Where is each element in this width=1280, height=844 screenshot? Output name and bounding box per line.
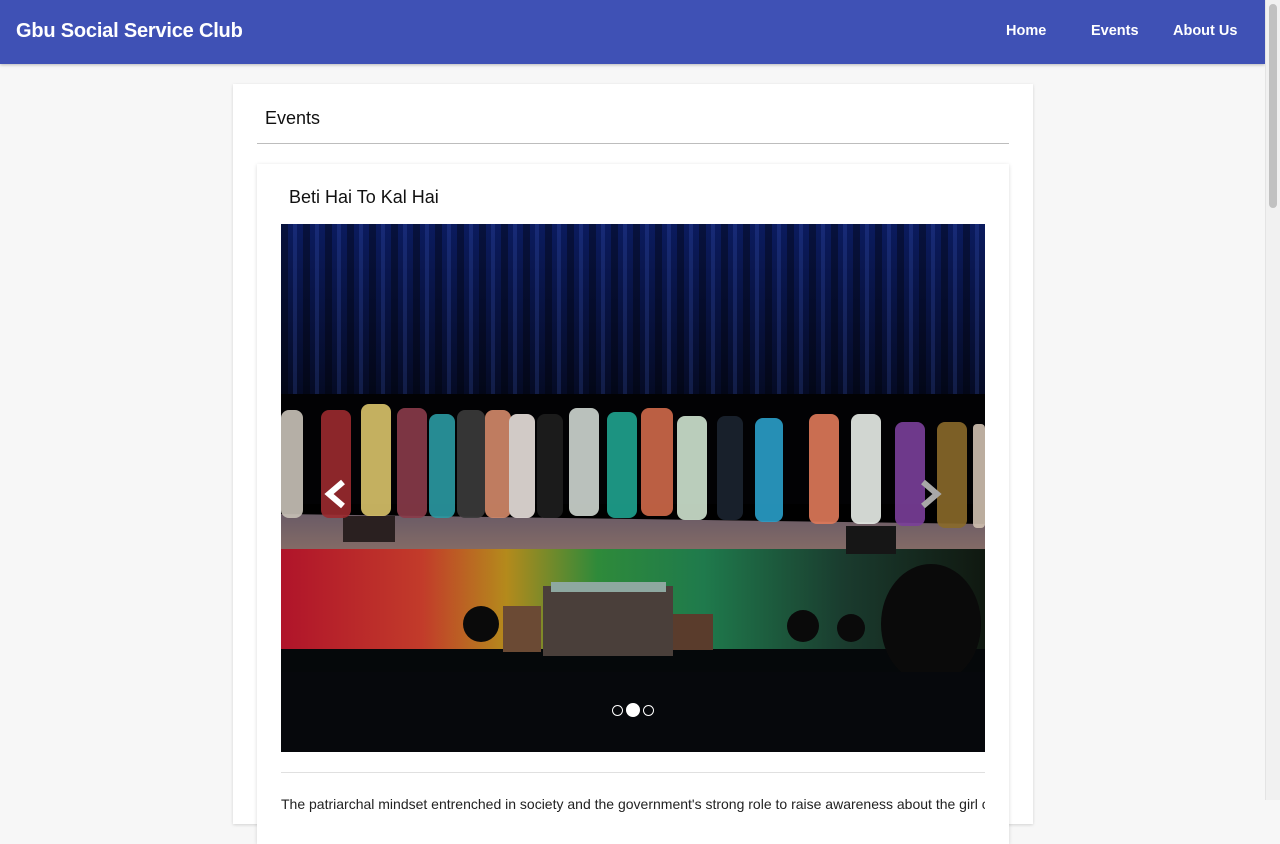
chevron-right-icon: [921, 479, 942, 509]
carousel-prev-button[interactable]: [317, 474, 357, 514]
carousel-indicator-1[interactable]: [612, 705, 623, 716]
carousel-indicator-3[interactable]: [643, 705, 654, 716]
carousel-indicator-2[interactable]: [626, 703, 640, 717]
section-divider: [257, 143, 1009, 144]
event-card: Beti Hai To Kal Hai The patriarchal mind…: [257, 164, 1009, 844]
top-navbar: Gbu Social Service Club Home Events Abou…: [0, 0, 1265, 64]
nav-home-link[interactable]: Home: [1006, 23, 1046, 39]
event-stage-photo: [281, 224, 985, 752]
carousel-next-button[interactable]: [909, 474, 949, 514]
chevron-left-icon: [324, 479, 345, 509]
event-divider: [281, 772, 985, 773]
event-description: The patriarchal mindset entrenched in so…: [281, 796, 985, 812]
event-photo-carousel[interactable]: [281, 224, 985, 752]
scrollbar-thumb[interactable]: [1269, 4, 1277, 208]
section-title: Events: [265, 108, 321, 128]
carousel-indicators: [611, 703, 655, 718]
event-title: Beti Hai To Kal Hai: [289, 187, 439, 207]
page-scrollbar[interactable]: [1265, 0, 1280, 800]
events-panel: Events Beti Hai To Kal Hai The patriarch…: [233, 84, 1033, 844]
nav-events-link[interactable]: Events: [1091, 23, 1139, 39]
brand-title[interactable]: Gbu Social Service Club: [16, 20, 243, 43]
nav-about-link[interactable]: About Us: [1173, 23, 1237, 39]
